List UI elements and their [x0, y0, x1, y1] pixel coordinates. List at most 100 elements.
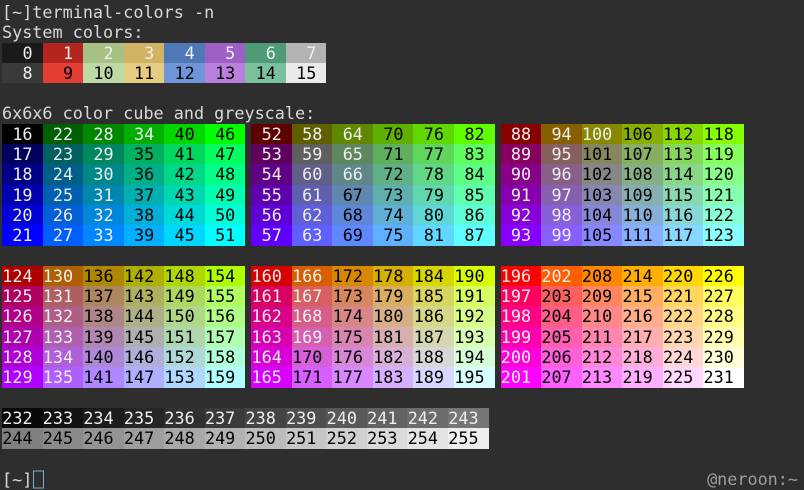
- color-cell-181: 181: [373, 327, 414, 347]
- color-cell-229: 229: [703, 327, 744, 347]
- color-cell-189: 189: [413, 367, 454, 387]
- cube-block-4: 1241301361421481541251311371431491551261…: [2, 266, 245, 388]
- color-cell-243: 243: [448, 408, 489, 428]
- color-cell-136: 136: [83, 266, 124, 286]
- color-cell-93: 93: [501, 225, 542, 245]
- color-cell-83: 83: [454, 144, 495, 164]
- terminal-cursor[interactable]: [33, 471, 44, 489]
- color-cell-185: 185: [413, 286, 454, 306]
- color-cell-28: 28: [83, 124, 124, 144]
- cube-block-5: 1601661721781841901611671731791851911621…: [251, 266, 494, 388]
- cube-block-row: 8995101107113119: [501, 144, 744, 164]
- cube-block-row: 128134140146152158: [2, 347, 245, 367]
- prompt-left-group: [~]: [2, 468, 44, 490]
- color-cell-1: 1: [43, 43, 84, 63]
- cube-block-row: 199205211217223229: [501, 327, 744, 347]
- color-cell-194: 194: [454, 347, 495, 367]
- color-cell-78: 78: [413, 164, 454, 184]
- color-cell-247: 247: [124, 428, 165, 448]
- color-cell-248: 248: [164, 428, 205, 448]
- color-cell-150: 150: [164, 306, 205, 326]
- color-cell-200: 200: [501, 347, 542, 367]
- color-cell-45: 45: [164, 225, 205, 245]
- color-cell-191: 191: [454, 286, 495, 306]
- color-cell-165: 165: [251, 367, 292, 387]
- color-cell-160: 160: [251, 266, 292, 286]
- cube-block-2: 5258647076825359657177835460667278845561…: [251, 124, 494, 246]
- color-cell-219: 219: [622, 367, 663, 387]
- color-cell-13: 13: [205, 63, 246, 83]
- color-cell-106: 106: [622, 124, 663, 144]
- color-cell-179: 179: [373, 286, 414, 306]
- color-cell-86: 86: [454, 205, 495, 225]
- color-cell-204: 204: [541, 306, 582, 326]
- color-cell-218: 218: [622, 347, 663, 367]
- color-cell-187: 187: [413, 327, 454, 347]
- color-cell-10: 10: [83, 63, 124, 83]
- color-cell-152: 152: [164, 347, 205, 367]
- color-cell-173: 173: [332, 286, 373, 306]
- cube-block-row: 165171177183189195: [251, 367, 494, 387]
- color-cell-158: 158: [205, 347, 246, 367]
- blank-line: [2, 83, 804, 103]
- cube-block-6: 1962022082142202261972032092152212271982…: [501, 266, 744, 388]
- color-cell-208: 208: [582, 266, 623, 286]
- color-cell-198: 198: [501, 306, 542, 326]
- color-cell-31: 31: [83, 185, 124, 205]
- color-cell-114: 114: [663, 164, 704, 184]
- color-cell-61: 61: [292, 185, 333, 205]
- color-cell-77: 77: [413, 144, 454, 164]
- prompt-path: [~]: [2, 470, 32, 490]
- cube-heading: 6x6x6 color cube and greyscale:: [2, 103, 804, 123]
- color-cell-163: 163: [251, 327, 292, 347]
- color-cell-157: 157: [205, 327, 246, 347]
- color-cell-175: 175: [332, 327, 373, 347]
- cube-block-row: 576369758187: [251, 225, 494, 245]
- cube-block-row: 182430364248: [2, 164, 245, 184]
- color-cell-188: 188: [413, 347, 454, 367]
- color-cell-228: 228: [703, 306, 744, 326]
- color-cell-80: 80: [413, 205, 454, 225]
- color-cell-55: 55: [251, 185, 292, 205]
- color-cell-133: 133: [43, 327, 84, 347]
- color-cell-239: 239: [286, 408, 327, 428]
- cube-block-3: 8894100106112118899510110711311990961021…: [501, 124, 744, 246]
- color-cell-43: 43: [164, 185, 205, 205]
- color-cell-91: 91: [501, 185, 542, 205]
- cube-blocks-bottom: 1241301361421481541251311371431491551261…: [2, 266, 804, 388]
- color-cell-147: 147: [124, 367, 165, 387]
- color-cell-104: 104: [582, 205, 623, 225]
- cube-block-row: 9399105111117123: [501, 225, 744, 245]
- color-cell-202: 202: [541, 266, 582, 286]
- color-cell-207: 207: [541, 367, 582, 387]
- cube-block-row: 162228344046: [2, 124, 245, 144]
- color-cell-144: 144: [124, 306, 165, 326]
- color-cell-57: 57: [251, 225, 292, 245]
- color-cell-192: 192: [454, 306, 495, 326]
- color-cell-90: 90: [501, 164, 542, 184]
- color-cell-146: 146: [124, 347, 165, 367]
- color-cell-15: 15: [286, 63, 327, 83]
- color-cell-167: 167: [292, 286, 333, 306]
- color-cell-109: 109: [622, 185, 663, 205]
- color-cell-205: 205: [541, 327, 582, 347]
- color-cell-220: 220: [663, 266, 704, 286]
- greyscale-row-2: 244245246247248249250251252253254255: [2, 428, 804, 448]
- color-cell-197: 197: [501, 286, 542, 306]
- color-cell-4: 4: [164, 43, 205, 63]
- cube-block-row: 546066727884: [251, 164, 494, 184]
- color-cell-0: 0: [2, 43, 43, 63]
- color-cell-225: 225: [663, 367, 704, 387]
- color-cell-19: 19: [2, 185, 43, 205]
- color-cell-203: 203: [541, 286, 582, 306]
- color-cell-128: 128: [2, 347, 43, 367]
- color-cell-81: 81: [413, 225, 454, 245]
- color-cell-169: 169: [292, 327, 333, 347]
- system-colors-row-1: 01234567: [2, 43, 804, 63]
- color-cell-244: 244: [2, 428, 43, 448]
- color-cell-102: 102: [582, 164, 623, 184]
- color-cell-214: 214: [622, 266, 663, 286]
- color-cell-250: 250: [245, 428, 286, 448]
- cube-block-row: 125131137143149155: [2, 286, 245, 306]
- color-cell-178: 178: [373, 266, 414, 286]
